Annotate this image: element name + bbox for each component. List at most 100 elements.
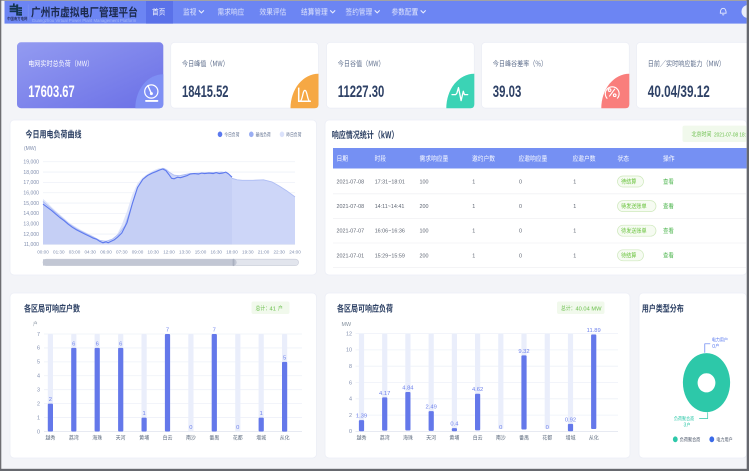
svg-text:2021-07-08: 2021-07-08 <box>337 180 365 186</box>
svg-text:6: 6 <box>72 341 75 347</box>
svg-text:1: 1 <box>472 180 475 186</box>
svg-text:100: 100 <box>420 229 429 235</box>
svg-text:0: 0 <box>519 204 522 210</box>
svg-text:00:00: 00:00 <box>37 250 49 255</box>
svg-text:1: 1 <box>260 411 263 417</box>
svg-text:(MW): (MW) <box>24 146 37 152</box>
svg-text:11.89: 11.89 <box>587 328 601 334</box>
svg-text:2.49: 2.49 <box>426 405 437 411</box>
svg-text:15:00: 15:00 <box>195 250 207 255</box>
svg-text:11227.30: 11227.30 <box>338 82 385 101</box>
svg-text:18,000: 18,000 <box>23 170 39 176</box>
svg-text:19,000: 19,000 <box>23 159 39 165</box>
svg-text:15:29~15:59: 15:29~15:59 <box>375 253 405 259</box>
svg-text:10:30: 10:30 <box>147 250 159 255</box>
svg-text:01:30: 01:30 <box>53 250 65 255</box>
svg-text:4.17: 4.17 <box>379 391 390 397</box>
svg-text:4.62: 4.62 <box>472 387 483 393</box>
svg-text:04:30: 04:30 <box>84 250 96 255</box>
svg-text:Guangzhou Virtual Power Plant: Guangzhou Virtual Power Plant Management… <box>32 18 137 23</box>
svg-text:2: 2 <box>349 413 352 419</box>
svg-text:0: 0 <box>349 429 352 435</box>
svg-text:0: 0 <box>519 180 522 186</box>
svg-text:1: 1 <box>573 204 576 210</box>
svg-text:09:00: 09:00 <box>132 250 144 255</box>
svg-text:1: 1 <box>472 253 475 259</box>
svg-text:06:00: 06:00 <box>100 250 112 255</box>
svg-text:1: 1 <box>472 204 475 210</box>
svg-text:MW: MW <box>342 322 352 328</box>
svg-text:07:30: 07:30 <box>116 250 128 255</box>
svg-text:1: 1 <box>472 229 475 235</box>
svg-text:2: 2 <box>37 401 40 407</box>
svg-text:21:00: 21:00 <box>258 250 270 255</box>
svg-text:39.03: 39.03 <box>493 82 522 101</box>
svg-text:1: 1 <box>573 229 576 235</box>
svg-text:0: 0 <box>499 425 502 431</box>
svg-text:24:00: 24:00 <box>289 250 301 255</box>
svg-text:2021-07-08 18:: 2021-07-08 18: <box>714 132 746 138</box>
svg-text:1: 1 <box>37 415 40 421</box>
svg-text:13:30: 13:30 <box>179 250 191 255</box>
svg-text:0: 0 <box>546 425 549 431</box>
svg-text:6: 6 <box>96 341 99 347</box>
svg-text:0: 0 <box>37 429 40 435</box>
svg-text:17:31~18:01: 17:31~18:01 <box>375 180 405 186</box>
svg-text:03:00: 03:00 <box>69 250 81 255</box>
svg-text:1: 1 <box>142 411 145 417</box>
svg-text:40.04/39.12: 40.04/39.12 <box>648 82 710 101</box>
svg-text:16:30: 16:30 <box>210 250 222 255</box>
svg-text:0: 0 <box>712 344 715 350</box>
svg-text:17603.67: 17603.67 <box>28 82 74 101</box>
svg-text:16,000: 16,000 <box>23 190 39 196</box>
svg-text:100: 100 <box>420 180 429 186</box>
svg-text:5: 5 <box>37 360 40 366</box>
svg-text:41: 41 <box>270 306 276 312</box>
svg-text:7: 7 <box>37 332 40 338</box>
svg-text:4: 4 <box>349 397 352 403</box>
svg-text:40.04 MW: 40.04 MW <box>576 306 603 312</box>
svg-text:12:00: 12:00 <box>163 250 175 255</box>
svg-text:0: 0 <box>519 229 522 235</box>
svg-text:6: 6 <box>37 346 40 352</box>
svg-text:13,000: 13,000 <box>23 221 39 227</box>
svg-text:6: 6 <box>119 341 122 347</box>
svg-text:200: 200 <box>420 204 429 210</box>
svg-text:10: 10 <box>346 348 352 354</box>
svg-text:15,000: 15,000 <box>23 201 39 207</box>
svg-text:4.84: 4.84 <box>402 386 414 392</box>
svg-text:3: 3 <box>37 388 40 394</box>
svg-text:17,000: 17,000 <box>23 180 39 186</box>
svg-text:0.4: 0.4 <box>450 422 459 428</box>
svg-text:12,000: 12,000 <box>23 232 39 238</box>
svg-text:2021-07-07: 2021-07-07 <box>337 229 365 235</box>
svg-text:6: 6 <box>349 380 352 386</box>
svg-text:19:30: 19:30 <box>242 250 254 255</box>
svg-text:9.32: 9.32 <box>518 349 529 355</box>
svg-text:0.92: 0.92 <box>565 417 576 423</box>
svg-text:18:00: 18:00 <box>226 250 238 255</box>
svg-text:1: 1 <box>573 180 576 186</box>
svg-text:12: 12 <box>346 331 352 337</box>
svg-text:0: 0 <box>236 425 239 431</box>
svg-text:1: 1 <box>573 253 576 259</box>
svg-text:11,000: 11,000 <box>24 242 39 248</box>
svg-text:0: 0 <box>189 425 192 431</box>
svg-text:4: 4 <box>37 374 40 380</box>
svg-text:2021-07-08: 2021-07-08 <box>337 204 365 210</box>
svg-text:7: 7 <box>166 328 169 334</box>
svg-text:7: 7 <box>213 328 216 334</box>
svg-text:14:11~14:41: 14:11~14:41 <box>375 204 405 210</box>
svg-text:2: 2 <box>49 397 52 403</box>
svg-text:2021-07-01: 2021-07-01 <box>337 253 365 259</box>
svg-text:22:30: 22:30 <box>273 250 285 255</box>
svg-text:16:06~16:36: 16:06~16:36 <box>375 229 405 235</box>
svg-text:0: 0 <box>519 253 522 259</box>
svg-text:14,000: 14,000 <box>23 211 39 217</box>
svg-text:3: 3 <box>684 423 687 429</box>
svg-text:200: 200 <box>420 253 429 259</box>
svg-text:8: 8 <box>349 364 352 370</box>
svg-text:1.39: 1.39 <box>356 414 367 420</box>
svg-text:5: 5 <box>283 355 286 361</box>
svg-text:18415.52: 18415.52 <box>182 82 229 101</box>
